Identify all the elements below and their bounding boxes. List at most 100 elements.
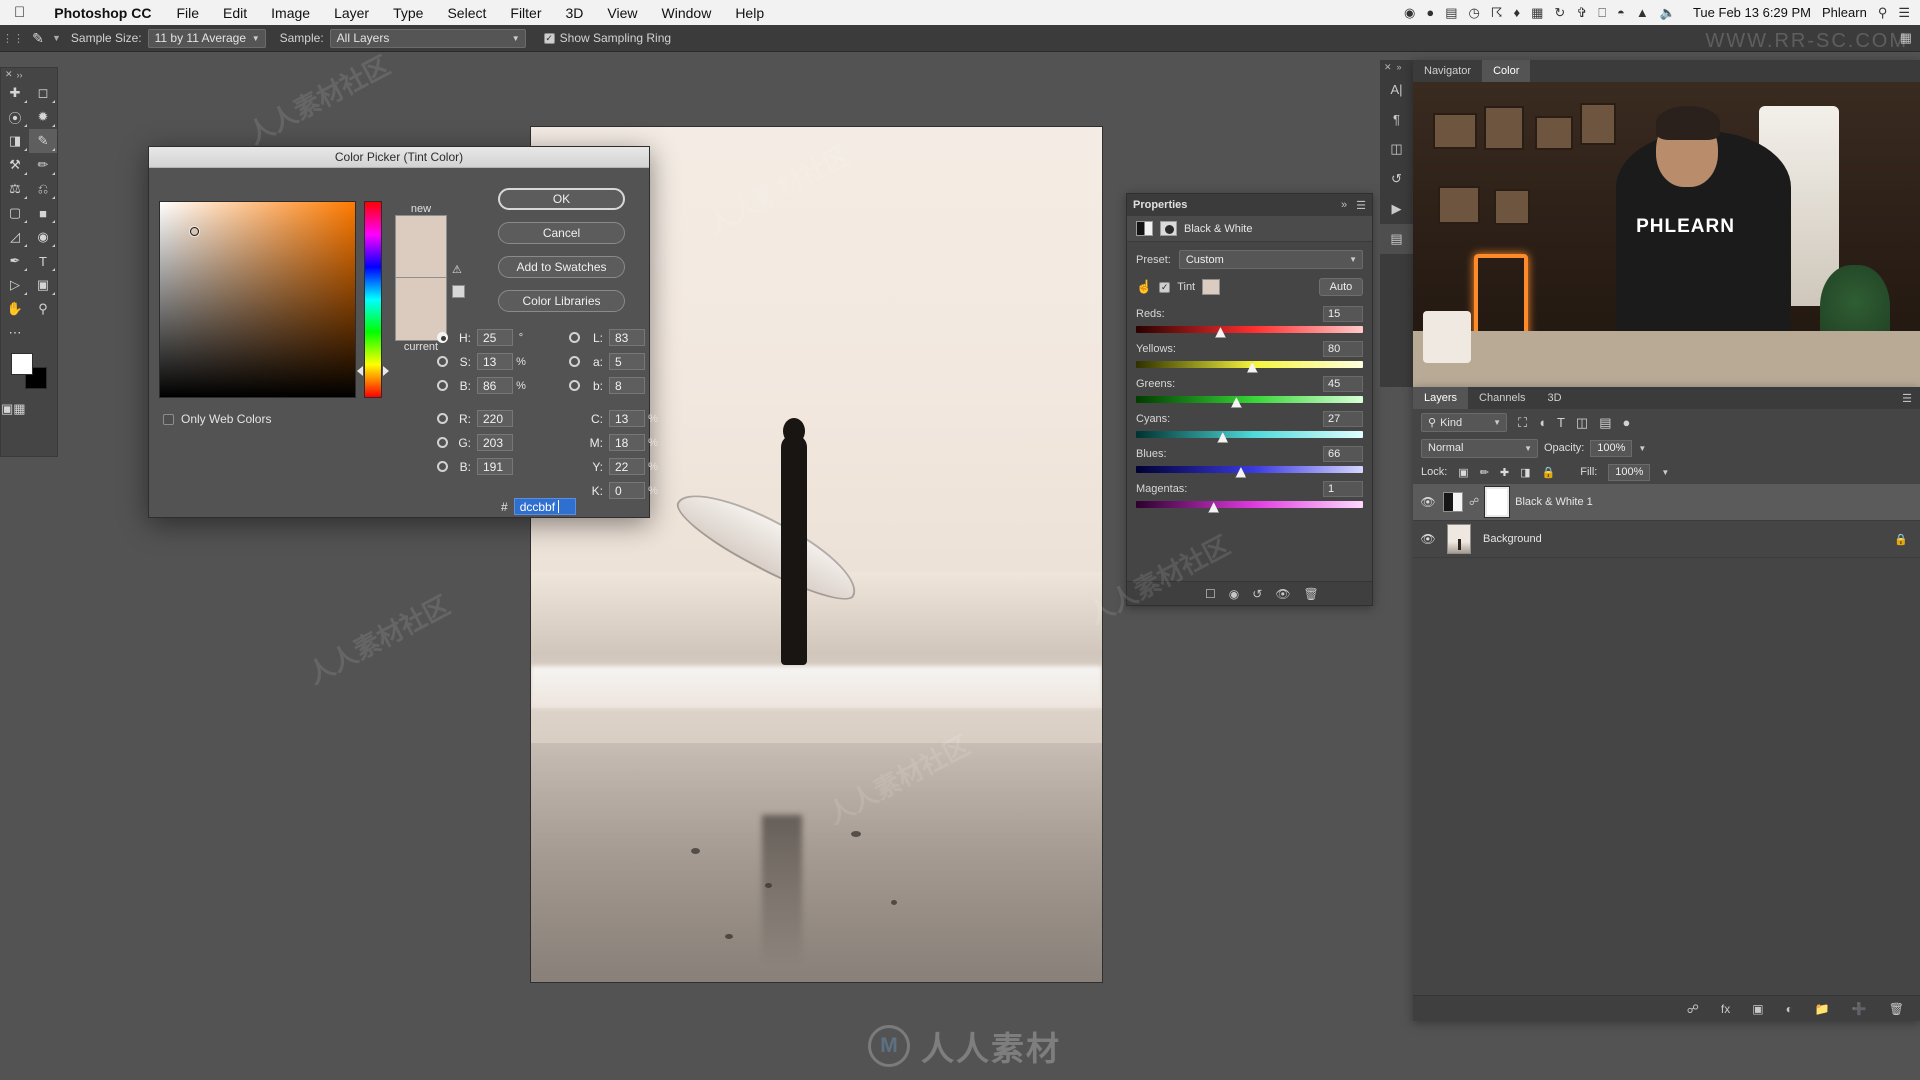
cyans-slider-track[interactable] bbox=[1136, 431, 1363, 443]
lock-artboard-icon[interactable]: ◨ bbox=[1520, 466, 1530, 479]
screen-mode-icon[interactable]: ▦ bbox=[13, 397, 25, 421]
tint-checkbox[interactable]: ✓ bbox=[1159, 281, 1171, 293]
edit-toolbar-button[interactable] bbox=[29, 321, 57, 345]
blur-tool-button[interactable]: ◿ bbox=[1, 225, 29, 249]
new-layer-icon[interactable]: ➕ bbox=[1852, 1002, 1867, 1016]
wifi-icon[interactable]: ◓ bbox=[1617, 5, 1625, 20]
adjustment-filter-icon[interactable]: ◖ bbox=[1538, 415, 1546, 430]
grid-icon[interactable]: ▦ bbox=[1531, 5, 1543, 21]
gradient-tool-button[interactable]: ■ bbox=[29, 201, 57, 225]
sample-size-select[interactable]: 11 by 11 Average ▼ bbox=[147, 28, 266, 48]
targeted-adjustment-icon[interactable]: ☝ bbox=[1136, 279, 1152, 295]
layer-name[interactable]: Black & White 1 bbox=[1515, 496, 1593, 508]
menu-item-window[interactable]: Window bbox=[650, 5, 724, 21]
menu-item-edit[interactable]: Edit bbox=[211, 5, 259, 21]
actions-icon[interactable]: ▶ bbox=[1380, 194, 1413, 224]
blues-slider-track[interactable] bbox=[1136, 466, 1363, 478]
quick-mask-icon[interactable]: ▣ bbox=[1, 397, 13, 421]
airplay-icon[interactable]: ⎕ bbox=[1598, 5, 1606, 21]
layer-mask-thumbnail[interactable] bbox=[1484, 486, 1511, 518]
color-libraries-button[interactable]: Color Libraries bbox=[498, 290, 625, 312]
yellows-slider-track[interactable] bbox=[1136, 361, 1363, 373]
menu-item-filter[interactable]: Filter bbox=[498, 5, 553, 21]
tab-channels[interactable]: Channels bbox=[1468, 387, 1536, 409]
volume-icon[interactable]: 🔈 bbox=[1660, 5, 1676, 21]
crop-tool-button[interactable]: ◨ bbox=[1, 129, 29, 153]
close-icon[interactable]: ✕ bbox=[1384, 62, 1392, 73]
tool-preset-chevron-down-icon[interactable]: ▼ bbox=[50, 33, 71, 43]
filter-kind-select[interactable]: ⚲ Kind ▼ bbox=[1421, 413, 1507, 432]
foreground-color-swatch[interactable] bbox=[11, 353, 33, 375]
clone-stamp-tool-button[interactable]: ⚖ bbox=[1, 177, 29, 201]
tab-color[interactable]: Color bbox=[1482, 60, 1531, 82]
chevron-right-icon[interactable]: » bbox=[1341, 199, 1347, 212]
lock-position-icon[interactable]: ✚ bbox=[1500, 466, 1509, 479]
type-icon[interactable]: A| bbox=[1380, 74, 1413, 104]
opacity-chevron-down-icon[interactable]: ▼ bbox=[1638, 444, 1646, 453]
smart-object-filter-icon[interactable]: ▤ bbox=[1599, 415, 1611, 431]
saturation-radio[interactable] bbox=[437, 356, 448, 367]
path-select-tool-button[interactable]: ▷ bbox=[1, 273, 29, 297]
hand-tool-button[interactable]: ✋ bbox=[1, 297, 29, 321]
screen-record-icon[interactable]: ◉ bbox=[1404, 5, 1415, 21]
saturation-input[interactable]: 13 bbox=[477, 353, 513, 370]
menu-item-3d[interactable]: 3D bbox=[554, 5, 596, 21]
panel-menu-icon[interactable]: ☰ bbox=[1902, 392, 1920, 405]
reds-slider-thumb[interactable] bbox=[1214, 327, 1226, 338]
yellows-value[interactable]: 80 bbox=[1323, 341, 1363, 357]
close-icon[interactable]: ✕ bbox=[5, 69, 13, 80]
chevron-double-right-icon[interactable]: » bbox=[1397, 62, 1402, 72]
layer-name[interactable]: Background bbox=[1483, 533, 1542, 545]
blend-mode-select[interactable]: Normal ▼ bbox=[1421, 438, 1538, 458]
add-to-swatches-button[interactable]: Add to Swatches bbox=[498, 256, 625, 278]
magentas-slider-thumb[interactable] bbox=[1208, 502, 1220, 513]
menu-item-file[interactable]: File bbox=[164, 5, 211, 21]
cyans-slider-thumb[interactable] bbox=[1217, 432, 1229, 443]
search-icon[interactable]: ⚲ bbox=[1878, 5, 1888, 21]
greens-slider-thumb[interactable] bbox=[1230, 397, 1242, 408]
clip-to-layer-icon[interactable]: ☐ bbox=[1205, 587, 1216, 601]
dropbox-icon[interactable]: ☈ bbox=[1491, 5, 1503, 21]
magenta-input[interactable]: 18 bbox=[609, 434, 645, 451]
tab-3d[interactable]: 3D bbox=[1537, 387, 1573, 409]
view-previous-icon[interactable]: ◉ bbox=[1229, 587, 1239, 601]
red-radio[interactable] bbox=[437, 413, 448, 424]
pixel-layer-filter-icon[interactable]: ⛶ bbox=[1518, 415, 1527, 431]
type-tool-button[interactable]: T bbox=[29, 249, 57, 273]
lock-image-icon[interactable]: ✏ bbox=[1480, 466, 1489, 479]
layer-visibility-icon[interactable]: 👁 bbox=[1419, 532, 1437, 546]
only-web-colors-checkbox[interactable]: ✓ Only Web Colors bbox=[163, 412, 271, 426]
filter-toggle-icon[interactable]: ● bbox=[1623, 415, 1631, 430]
lock-transparent-icon[interactable]: ▣ bbox=[1458, 466, 1468, 479]
red-input[interactable]: 220 bbox=[477, 410, 513, 427]
new-group-icon[interactable]: 📁 bbox=[1815, 1002, 1830, 1016]
dodge-tool-button[interactable]: ◉ bbox=[29, 225, 57, 249]
green-radio[interactable] bbox=[437, 437, 448, 448]
healing-brush-tool-button[interactable]: ⚒ bbox=[1, 153, 29, 177]
black-input[interactable]: 0 bbox=[609, 482, 645, 499]
brightness-radio[interactable] bbox=[437, 380, 448, 391]
opacity-value[interactable]: 100% bbox=[1590, 439, 1633, 457]
table-row[interactable]: 👁 ☍ Black & White 1 bbox=[1413, 484, 1920, 521]
lab-a-radio[interactable] bbox=[569, 356, 580, 367]
drive-icon[interactable]: ♦ bbox=[1513, 5, 1520, 20]
link-layers-icon[interactable]: ☍ bbox=[1687, 1002, 1699, 1016]
blue-radio[interactable] bbox=[437, 461, 448, 472]
marquee-tool-button[interactable]: ◻ bbox=[29, 81, 57, 105]
tint-color-swatch[interactable] bbox=[1202, 279, 1221, 295]
brightness-input[interactable]: 86 bbox=[477, 377, 513, 394]
table-row[interactable]: 👁 Background 🔒 bbox=[1413, 521, 1920, 558]
hue-slider[interactable] bbox=[364, 201, 382, 398]
menu-item-layer[interactable]: Layer bbox=[322, 5, 381, 21]
more-tools-button[interactable]: ⋯ bbox=[1, 321, 29, 345]
blue-input[interactable]: 191 bbox=[477, 458, 513, 475]
magentas-value[interactable]: 1 bbox=[1323, 481, 1363, 497]
quick-select-tool-button[interactable]: ✹ bbox=[29, 105, 57, 129]
layer-thumbnail[interactable] bbox=[1443, 492, 1463, 512]
link-mask-icon[interactable]: ☍ bbox=[1469, 497, 1479, 508]
time-machine-icon[interactable]: ↻ bbox=[1554, 5, 1565, 21]
layer-thumbnail[interactable] bbox=[1447, 524, 1471, 554]
cancel-button[interactable]: Cancel bbox=[498, 222, 625, 244]
hex-input[interactable]: dccbbf bbox=[513, 498, 576, 515]
user-name-label[interactable]: Phlearn bbox=[1822, 5, 1867, 20]
